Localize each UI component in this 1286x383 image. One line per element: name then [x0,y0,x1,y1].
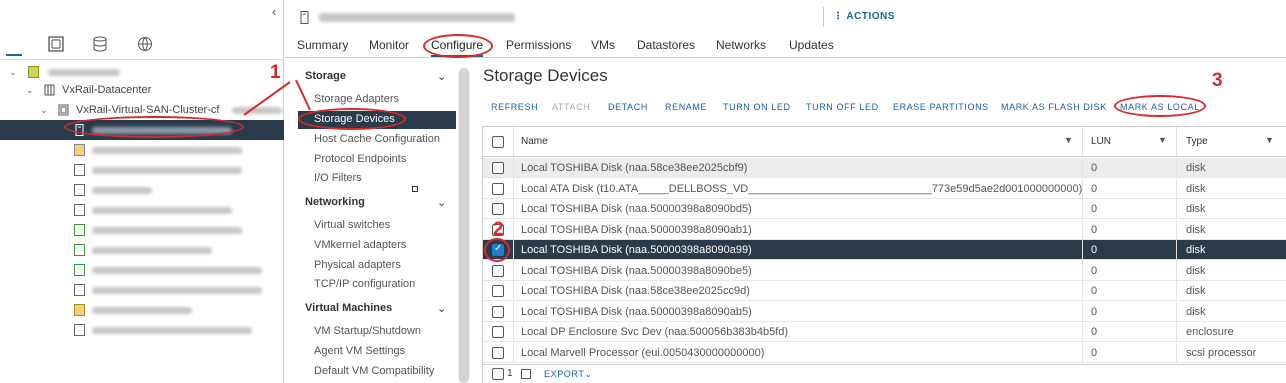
annotation-number-2: 2 [493,219,504,240]
annotation-circle-checkbox [484,238,510,262]
annotation-arrow [243,79,311,116]
annotation-circle-configure [423,34,493,58]
vsphere-client: ‹ ⌄ ⌄ VxRail-Datacenter ⌄ VxRail-Virtual… [0,0,1286,383]
annotation-circle-storage-devices [298,108,406,130]
annotation-number-1: 1 [270,62,281,83]
annotation-circle-host [64,116,244,138]
annotation-number-3: 3 [1212,70,1223,91]
annotation-circle-mark-as-local [1114,95,1206,117]
